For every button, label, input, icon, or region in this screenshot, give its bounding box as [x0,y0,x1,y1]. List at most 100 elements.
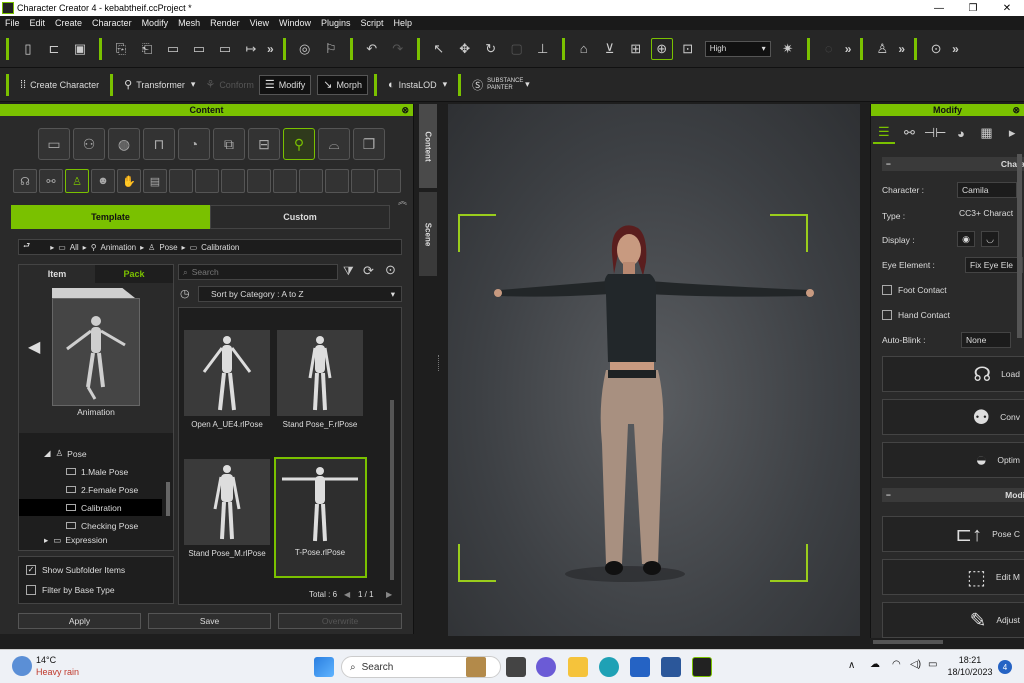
motion-icon[interactable]: ⚯ [39,169,63,193]
checkbox-unchecked-icon[interactable] [882,310,892,320]
modify-hscrollbar[interactable] [873,640,943,644]
filter-icon[interactable]: ⧩ [343,264,354,279]
tab-sliders-icon[interactable]: ☰ [873,122,895,144]
empty-slot[interactable] [195,169,219,193]
tree-item-expression[interactable]: ▸ ▭ Expression [44,535,164,545]
close-button[interactable]: ✕ [990,0,1024,16]
refresh-icon[interactable]: ⟳ [363,263,374,279]
edit-mesh-button[interactable]: ⬚ Edit M [882,559,1024,595]
tab-bone-icon[interactable]: ⊣⊢ [924,122,947,144]
close-panel-icon[interactable]: ⊗ [1012,104,1020,116]
menu-modify[interactable]: Modify [137,18,174,28]
align-icon[interactable]: ⊥ [532,38,554,60]
3d-viewport[interactable] [448,104,860,636]
section-modify[interactable]: − Modi [882,488,1024,502]
face-icon[interactable]: ☻ [91,169,115,193]
tree-item-male-pose[interactable]: 1.Male Pose [66,463,164,480]
empty-slot[interactable] [351,169,375,193]
send-icon[interactable]: ↦ [240,38,262,60]
checkbox-unchecked-icon[interactable] [882,285,892,295]
panel-splitter[interactable] [438,355,441,371]
menu-file[interactable]: File [0,18,25,28]
breadcrumb-calibration[interactable]: Calibration [201,243,239,252]
conform-button[interactable]: ⚘ Conform [200,75,258,95]
word-icon[interactable] [661,657,681,677]
hand-icon[interactable]: ✋ [117,169,141,193]
breadcrumb-all[interactable]: All [70,243,79,252]
chevron-up-icon[interactable]: ∧ [848,660,855,671]
eye-element-field[interactable]: Fix Eye Ele [965,257,1023,273]
load-button[interactable]: ☊ Load [882,356,1024,392]
maximize-button[interactable]: ❐ [956,0,990,16]
expand-icon[interactable]: ▸ [44,535,48,545]
accessory-category-icon[interactable]: ⧉ [213,128,245,160]
prev-page-icon[interactable]: ◀ [344,590,350,599]
tab-motion-icon[interactable]: ⚯ [899,122,921,144]
modify-button[interactable]: ☰ Modify [258,74,312,95]
folder-category-icon[interactable]: ▭ [38,128,70,160]
tab-material-icon[interactable]: ◕ [950,122,972,144]
menu-mesh[interactable]: Mesh [173,18,205,28]
teams-chat-icon[interactable] [536,657,556,677]
menu-character[interactable]: Character [87,18,137,28]
menu-script[interactable]: Script [356,18,389,28]
character-icon[interactable]: ♙ [871,38,893,60]
battery-icon[interactable]: ▭ [928,659,937,670]
morph-button[interactable]: ↘ Morph [317,74,368,95]
side-tab-content[interactable]: Content [419,104,437,188]
tab-more-icon[interactable]: ▸ [1001,122,1023,144]
grid-scrollbar[interactable] [390,400,394,580]
more-chevron-icon[interactable]: » [898,42,905,56]
show-subfolder-items-checkbox[interactable]: ✓ Show Subfolder Items [26,561,125,578]
side-tab-scene[interactable]: Scene [419,192,437,276]
tree-item-pose[interactable]: ◢ ♙ Pose [44,445,164,462]
notification-badge[interactable]: 4 [998,660,1012,674]
new-file-icon[interactable]: ▯ [17,38,39,60]
history-icon[interactable]: ◷ [180,287,190,300]
prop-category-icon[interactable]: ⊟ [248,128,280,160]
home-icon[interactable]: ⌂ [573,38,595,60]
instalod-button[interactable]: ◐ InstaLOD ▾ [383,75,452,95]
overwrite-button[interactable]: Overwrite [278,613,402,629]
adjust-button[interactable]: ✎ Adjust [882,602,1024,638]
close-panel-icon[interactable]: ⊗ [401,104,409,116]
more-chevron-icon[interactable]: » [845,42,852,56]
camera-active-icon[interactable]: ⊕ [650,37,673,60]
menu-render[interactable]: Render [205,18,245,28]
head-pose-icon[interactable]: ☊ [13,169,37,193]
pack-thumbnail[interactable] [52,298,140,406]
item-thumbnail-t-pose[interactable] [274,457,367,578]
effects-icon[interactable]: ◌ [818,38,840,60]
breadcrumb-pose[interactable]: Pose [159,243,177,252]
obj-export-icon[interactable]: ▭ [162,38,184,60]
clothing-category-icon[interactable]: ⊓ [143,128,175,160]
cloud-icon[interactable]: ☁ [870,659,880,670]
modify-scrollbar[interactable] [1017,154,1022,338]
head-category-icon[interactable]: ◔ [178,128,210,160]
tree-scrollbar[interactable] [166,482,170,516]
render-icon[interactable]: ◎ [294,38,316,60]
task-view-icon[interactable] [506,657,526,677]
collapse-icon[interactable]: ︽ [398,194,407,207]
breadcrumb-animation[interactable]: Animation [101,243,137,252]
back-icon[interactable]: ⮐ [23,240,30,254]
item-thumbnail-open-a[interactable] [184,330,270,416]
subtab-pack[interactable]: Pack [95,265,173,283]
export-icon[interactable]: ⎗ [136,38,158,60]
item-thumbnail-stand-pose-f[interactable] [277,330,363,416]
display-eye-icon[interactable]: ◉ [957,231,975,247]
character-name-field[interactable]: Camila [957,182,1017,198]
options-circle-icon[interactable]: ⊙ [385,262,396,278]
save-icon[interactable]: ▣ [69,38,91,60]
rotate-icon[interactable]: ↻ [480,38,502,60]
empty-slot[interactable] [273,169,297,193]
empty-slot[interactable] [325,169,349,193]
clock-date[interactable]: 18/10/2023 [946,667,994,677]
file-explorer-icon[interactable] [568,657,588,677]
clock-time[interactable]: 18:21 [950,655,990,665]
tab-template[interactable]: Template [11,205,210,229]
menu-window[interactable]: Window [274,18,316,28]
empty-slot[interactable] [299,169,323,193]
apply-button[interactable]: Apply [18,613,141,629]
transformer-button[interactable]: ⚲ Transformer ▾ [119,75,200,95]
